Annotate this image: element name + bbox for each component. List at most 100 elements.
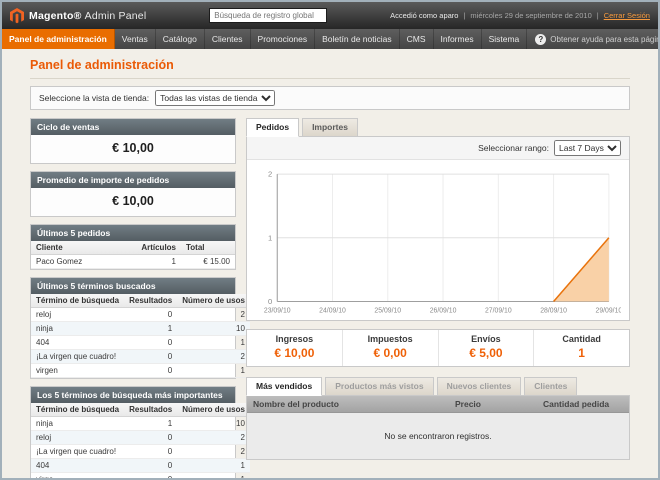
cell-term: ninja [31,417,124,431]
cell-uses: 1 [177,336,250,350]
last-search-terms-panel: Últimos 5 términos buscados Término de b… [30,277,236,379]
svg-text:27/09/10: 27/09/10 [485,308,512,315]
nav-sistema[interactable]: Sistema [482,29,528,49]
cell-term: virgen [31,364,124,378]
tab-clientes[interactable]: Clientes [524,377,577,396]
range-select[interactable]: Last 7 Days [554,140,621,156]
nav-cms[interactable]: CMS [400,29,434,49]
tab-importes[interactable]: Importes [302,118,358,137]
total-value: 1 [534,346,629,360]
nav-clientes[interactable]: Clientes [205,29,251,49]
column-header: Precio [449,396,537,412]
page-content: Panel de administración Seleccione la vi… [2,49,658,480]
page-title: Panel de administración [30,56,630,79]
cell-uses: 1 [177,473,250,480]
main-nav: Panel de administración Ventas Catálogo … [2,29,658,49]
brand-name: Magento® [29,10,82,22]
dashboard-main: Pedidos Importes Seleccionar rango: Last… [246,118,630,460]
nav-promociones[interactable]: Promociones [251,29,316,49]
cell-uses: 1 [177,364,250,378]
total-value: € 10,00 [247,346,342,360]
cell-uses: 2 [177,350,250,364]
tab-pedidos[interactable]: Pedidos [246,118,299,137]
total-envios: Envíos € 5,00 [438,330,534,366]
dashboard-totals: Ingresos € 10,00 Impuestos € 0,00 Envíos… [246,329,630,367]
store-view-switcher: Seleccione la vista de tienda: Todas las… [30,86,630,110]
column-header: Nombre del producto [247,396,449,412]
store-view-select[interactable]: Todas las vistas de tienda [155,90,275,106]
column-header: Total [181,241,235,255]
orders-chart-panel: Seleccionar rango: Last 7 Days 01223/09/… [246,136,630,321]
nav-informes[interactable]: Informes [434,29,482,49]
separator: | [597,11,599,20]
table-row[interactable]: Paco Gomez 1 € 15.00 [31,255,235,269]
column-header: Cliente [31,241,136,255]
grids-tabs: Más vendidos Productos más vistos Nuevos… [246,377,630,395]
table-row[interactable]: 404 0 1 [31,336,250,350]
svg-text:25/09/10: 25/09/10 [374,308,401,315]
cell-results: 0 [124,308,177,322]
range-label: Seleccionar rango: [478,143,549,153]
column-header: Número de usos [177,403,250,417]
tab-productos-mas-vistos[interactable]: Productos más vistos [325,377,433,396]
diagram-tabs: Pedidos Importes [246,118,630,136]
cell-uses: 10 [177,417,250,431]
nav-catalogo[interactable]: Catálogo [156,29,205,49]
average-order-value: € 10,00 [31,188,235,216]
column-header: Resultados [124,294,177,308]
help-label: Obtener ayuda para esta página [550,35,660,44]
total-impuestos: Impuestos € 0,00 [342,330,438,366]
table-row[interactable]: ¡La virgen que cuadro! 0 2 [31,445,250,459]
cell-results: 0 [124,445,177,459]
table-row[interactable]: reloj 0 2 [31,308,250,322]
cell-results: 1 [124,417,177,431]
global-search-input[interactable] [209,8,327,23]
lifetime-sales-panel: Ciclo de ventas € 10,00 [30,118,236,164]
cell-customer: Paco Gomez [31,255,136,269]
table-row[interactable]: reloj 0 2 [31,431,250,445]
total-label: Cantidad [534,334,629,344]
nav-panel-de-administracion[interactable]: Panel de administración [2,29,115,49]
total-label: Ingresos [247,334,342,344]
last-orders-table: Cliente Artículos Total Paco Gomez 1 € 1… [31,241,235,269]
total-value: € 5,00 [439,346,534,360]
logout-link[interactable]: Cerrar Sesión [604,11,650,20]
tab-nuevos-clientes[interactable]: Nuevos clientes [437,377,522,396]
column-header: Artículos [136,241,181,255]
nav-boletin-de-noticias[interactable]: Boletín de noticias [315,29,399,49]
help-link[interactable]: ? Obtener ayuda para esta página [527,29,660,49]
cell-results: 0 [124,336,177,350]
store-view-label: Seleccione la vista de tienda: [39,93,149,103]
table-row[interactable]: virgen 0 1 [31,364,250,378]
dashboard-sidebar: Ciclo de ventas € 10,00 Promedio de impo… [30,118,236,480]
svg-text:26/09/10: 26/09/10 [430,308,457,315]
table-row[interactable]: ninja 1 10 [31,322,250,336]
top-search-terms-panel: Los 5 términos de búsqueda más important… [30,386,236,480]
total-label: Impuestos [343,334,438,344]
cell-results: 0 [124,431,177,445]
cell-uses: 1 [177,459,250,473]
nav-ventas[interactable]: Ventas [115,29,156,49]
svg-text:2: 2 [268,170,272,179]
grid-header: Nombre del producto Precio Cantidad pedi… [247,396,629,413]
total-cantidad: Cantidad 1 [533,330,629,366]
app-title: Magento® Admin Panel [29,10,146,22]
panel-title: Ciclo de ventas [31,119,235,135]
panel-title: Promedio de importe de pedidos [31,172,235,188]
svg-text:24/09/10: 24/09/10 [319,308,346,315]
orders-chart: 01223/09/1024/09/1025/09/1026/09/1027/09… [255,166,621,318]
cell-items: 1 [136,255,181,269]
table-row[interactable]: virge 0 1 [31,473,250,480]
tab-mas-vendidos[interactable]: Más vendidos [246,377,322,396]
svg-text:0: 0 [268,297,272,306]
table-row[interactable]: ninja 1 10 [31,417,250,431]
table-row[interactable]: ¡La virgen que cuadro! 0 2 [31,350,250,364]
average-order-panel: Promedio de importe de pedidos € 10,00 [30,171,236,217]
panel-title: Últimos 5 términos buscados [31,278,235,294]
svg-text:23/09/10: 23/09/10 [264,308,291,315]
table-row[interactable]: 404 0 1 [31,459,250,473]
column-header: Término de búsqueda [31,294,124,308]
dashboard-body: Ciclo de ventas € 10,00 Promedio de impo… [30,118,630,480]
cell-term: reloj [31,431,124,445]
cell-uses: 2 [177,431,250,445]
